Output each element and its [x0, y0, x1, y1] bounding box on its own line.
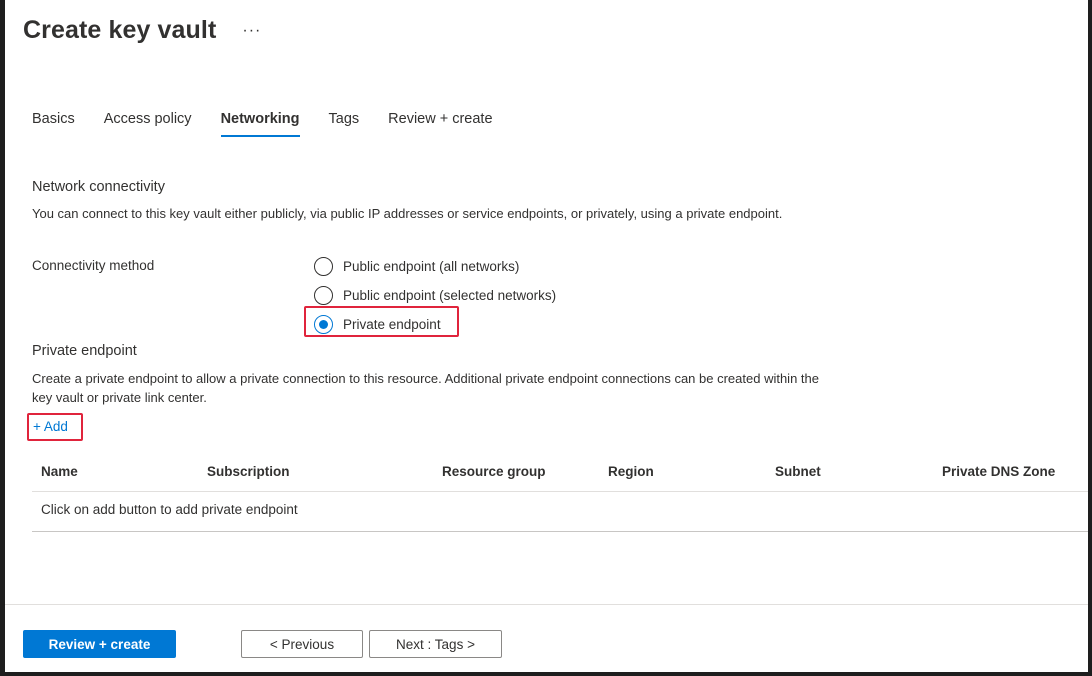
radio-label: Public endpoint (selected networks): [343, 288, 557, 303]
table-empty-row: Click on add button to add private endpo…: [32, 492, 1088, 532]
ellipsis-icon[interactable]: ···: [242, 22, 261, 39]
previous-button[interactable]: < Previous: [241, 630, 363, 658]
network-connectivity-description: You can connect to this key vault either…: [32, 206, 783, 221]
tab-basics[interactable]: Basics: [32, 111, 75, 137]
column-header-region[interactable]: Region: [608, 464, 654, 479]
column-header-private-dns-zone[interactable]: Private DNS Zone: [942, 464, 1055, 479]
column-header-name[interactable]: Name: [41, 464, 78, 479]
column-header-resource-group[interactable]: Resource group: [442, 464, 546, 479]
empty-table-message: Click on add button to add private endpo…: [41, 502, 298, 517]
tab-tags[interactable]: Tags: [329, 111, 360, 137]
footer-bar: Review + create < Previous Next : Tags >: [5, 604, 1088, 672]
column-header-subscription[interactable]: Subscription: [207, 464, 290, 479]
network-connectivity-heading: Network connectivity: [32, 179, 165, 195]
tab-bar: Basics Access policy Networking Tags Rev…: [32, 111, 522, 137]
radio-unchecked-icon: [314, 286, 333, 305]
title-row: Create key vault ···: [23, 16, 261, 45]
private-endpoint-heading: Private endpoint: [32, 343, 137, 359]
connectivity-method-label: Connectivity method: [32, 258, 155, 273]
add-link-highlight-box: [27, 413, 83, 441]
radio-public-all-networks[interactable]: Public endpoint (all networks): [314, 252, 556, 281]
column-header-subnet[interactable]: Subnet: [775, 464, 821, 479]
private-endpoint-highlight-box: [304, 306, 459, 337]
radio-label: Public endpoint (all networks): [343, 259, 520, 274]
tab-access-policy[interactable]: Access policy: [104, 111, 192, 137]
create-key-vault-window: Create key vault ··· Basics Access polic…: [5, 0, 1088, 672]
radio-unchecked-icon: [314, 257, 333, 276]
next-tags-button[interactable]: Next : Tags >: [369, 630, 502, 658]
page-title: Create key vault: [23, 16, 217, 44]
tab-networking[interactable]: Networking: [220, 111, 300, 137]
private-endpoint-table: Name Subscription Resource group Region …: [32, 452, 1088, 532]
table-header: Name Subscription Resource group Region …: [32, 452, 1088, 492]
review-create-button[interactable]: Review + create: [23, 630, 176, 658]
tab-review-create[interactable]: Review + create: [388, 111, 492, 137]
private-endpoint-description: Create a private endpoint to allow a pri…: [32, 371, 819, 405]
